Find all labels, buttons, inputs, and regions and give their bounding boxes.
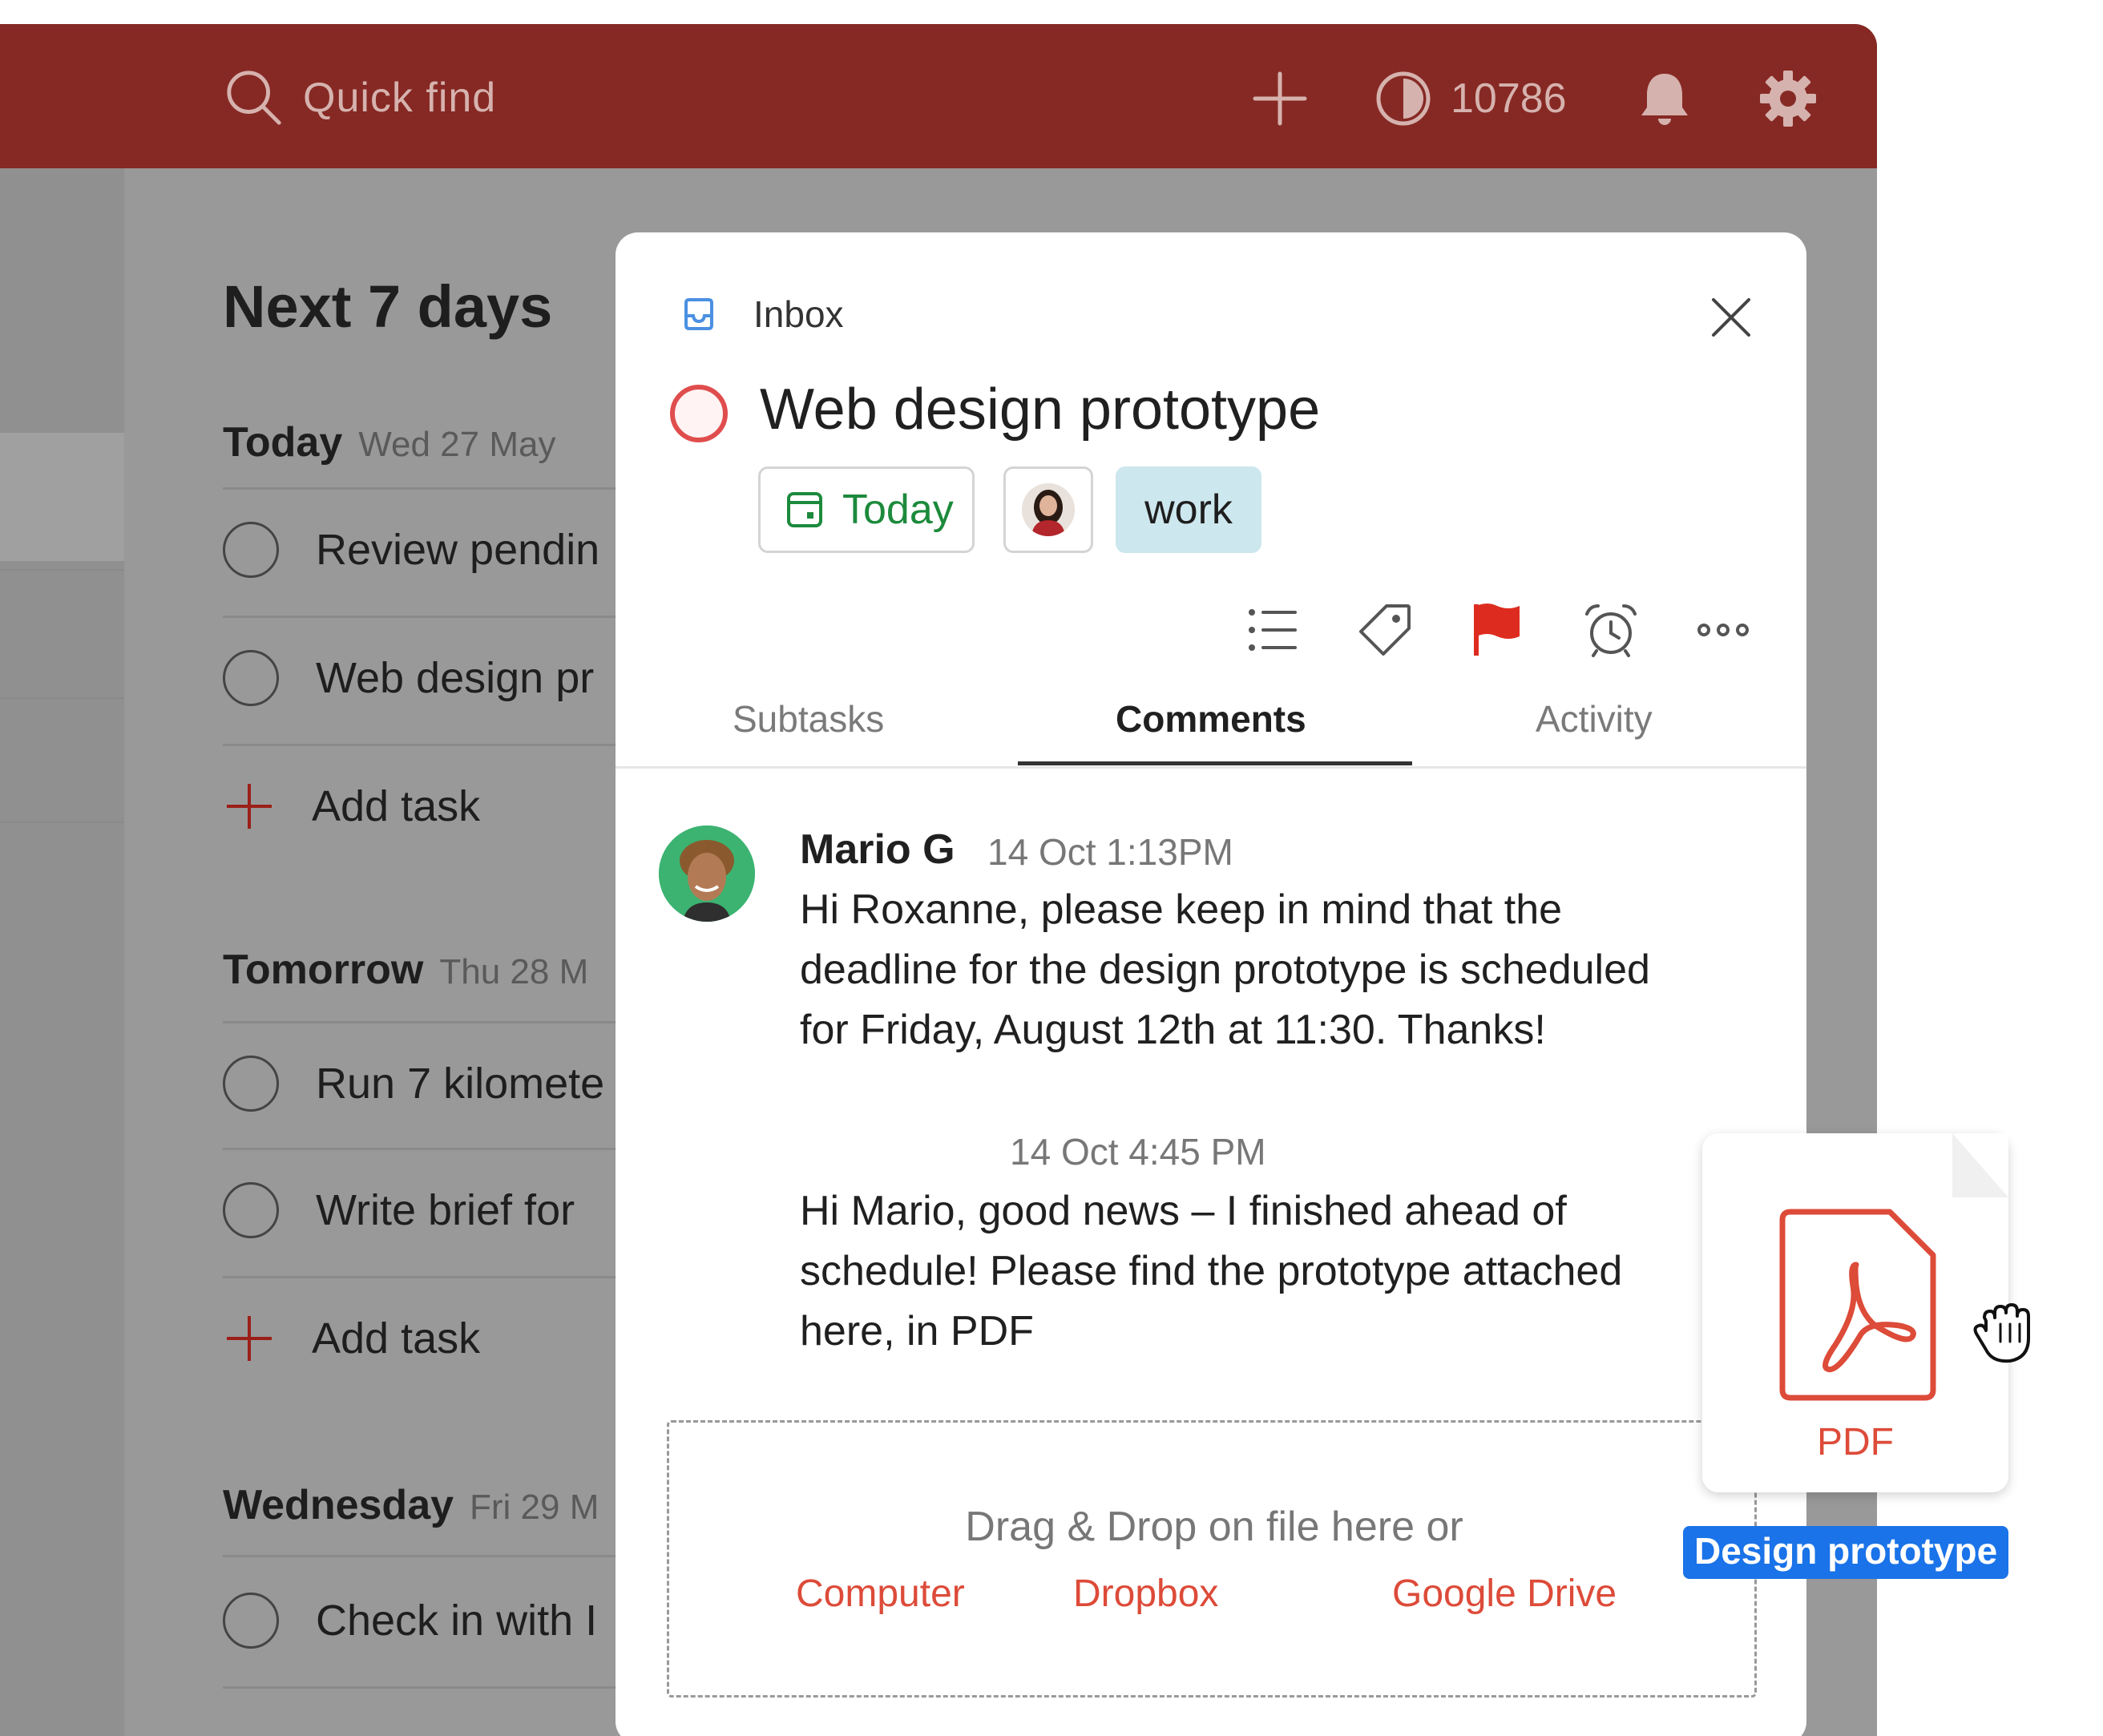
assignee-chip[interactable] (1003, 466, 1093, 553)
active-tab-indicator (1018, 761, 1412, 765)
search-icon (227, 71, 281, 125)
add-task-icon[interactable] (1250, 69, 1310, 128)
section-date: Thu 28 M (439, 952, 589, 991)
sidebar-divider (0, 822, 124, 823)
divider (223, 1276, 640, 1278)
commenter-avatar-image (659, 826, 755, 922)
quick-find-placeholder: Quick find (303, 75, 497, 121)
due-date-label: Today (842, 486, 954, 533)
project-name: Inbox (753, 293, 844, 335)
page-title: Next 7 days (223, 273, 553, 340)
top-bar: Quick find 10786 (0, 24, 1877, 168)
task-name: Run 7 kilomete (316, 1060, 605, 1108)
section-header-today: Today Wed 27 May (223, 418, 555, 466)
section-date: Fri 29 M (470, 1488, 599, 1527)
sidebar-divider (0, 697, 124, 699)
task-name: Write brief for (316, 1186, 575, 1234)
task-name: Check in with I (316, 1597, 598, 1645)
label-name: work (1144, 486, 1233, 533)
task-complete-checkbox[interactable] (670, 385, 728, 442)
add-task-label: Add task (312, 782, 481, 830)
task-name: Web design pr (316, 654, 595, 702)
add-task-label: Add task (312, 1314, 481, 1363)
karma-points: 10786 (1451, 75, 1567, 122)
tab-activity[interactable]: Activity (1536, 697, 1653, 741)
karma-icon (1376, 71, 1431, 126)
task-item[interactable]: Check in with I (223, 1581, 597, 1661)
comment-text: Hi Roxanne, please keep in mind that the… (800, 886, 1650, 1053)
detail-tabs: Subtasks Comments Activity (616, 689, 1806, 769)
due-date-chip[interactable]: Today (758, 466, 975, 553)
commenter-avatar (659, 826, 755, 922)
priority-flag-icon[interactable] (1468, 601, 1526, 659)
tag-icon[interactable] (1356, 601, 1414, 659)
assignee-avatar-image (1022, 483, 1075, 536)
plus-icon (227, 1314, 275, 1363)
section-name: Tomorrow (223, 947, 424, 993)
divider (223, 1555, 640, 1557)
add-task-button[interactable]: Add task (223, 766, 480, 846)
upload-dropbox-link[interactable]: Dropbox (1073, 1572, 1218, 1616)
productivity-karma[interactable]: 10786 (1374, 69, 1567, 128)
task-name: Review pendin (316, 526, 600, 574)
comment-timestamp: 14 Oct 4:45 PM (1010, 1131, 1266, 1173)
upload-computer-link[interactable]: Computer (796, 1572, 965, 1616)
plus-icon (227, 782, 275, 830)
file-type-label: PDF (1817, 1421, 1894, 1463)
task-checkbox[interactable] (223, 1056, 279, 1112)
comment-timestamp: 14 Oct 1:13PM (987, 831, 1233, 873)
task-title[interactable]: Web design prototype (760, 377, 1320, 442)
add-task-button[interactable]: Add task (223, 1298, 480, 1379)
calendar-icon (787, 492, 822, 527)
task-item[interactable]: Review pendin (223, 510, 599, 590)
sidebar (0, 168, 124, 1736)
divider (223, 487, 640, 490)
more-options-icon[interactable] (1694, 601, 1752, 659)
app-window: Quick find 10786 Next 7 days Today Wed 2… (0, 24, 1877, 1736)
divider (223, 744, 640, 746)
divider (223, 1686, 640, 1689)
comment-text: Hi Mario, good news – I finished ahead o… (800, 1188, 1623, 1354)
file-drop-zone[interactable]: Drag & Drop on file here or Computer Dro… (667, 1420, 1757, 1698)
task-checkbox[interactable] (223, 522, 279, 578)
section-header-wednesday: Wednesday Fri 29 M (223, 1481, 599, 1529)
gear-icon[interactable] (1758, 69, 1818, 128)
pdf-document-icon (1779, 1209, 1936, 1401)
section-name: Wednesday (223, 1482, 454, 1528)
task-item[interactable]: Write brief for (223, 1170, 575, 1250)
subtasks-list-icon[interactable] (1244, 601, 1302, 659)
tab-comments[interactable]: Comments (1116, 697, 1306, 741)
section-date: Wed 27 May (358, 425, 556, 464)
grab-cursor-icon (1973, 1303, 2030, 1363)
divider (223, 1021, 640, 1023)
divider (223, 616, 640, 618)
inbox-icon (684, 298, 713, 330)
task-checkbox[interactable] (223, 650, 279, 706)
task-checkbox[interactable] (223, 1182, 279, 1238)
reminder-alarm-icon[interactable] (1582, 601, 1640, 659)
divider (223, 1148, 640, 1150)
close-icon[interactable] (1710, 297, 1752, 338)
tab-subtasks[interactable]: Subtasks (733, 697, 884, 741)
dragged-file-name: Design prototype (1683, 1526, 2009, 1579)
assignee-avatar (1022, 483, 1075, 536)
drop-zone-title: Drag & Drop on file here or (965, 1504, 1463, 1550)
sidebar-highlight (0, 433, 124, 561)
section-header-tomorrow: Tomorrow Thu 28 M (223, 946, 588, 994)
bell-icon[interactable] (1635, 69, 1694, 128)
section-name: Today (223, 419, 343, 466)
quick-find[interactable]: Quick find (223, 66, 496, 130)
task-item[interactable]: Run 7 kilomete (223, 1044, 604, 1124)
task-detail-modal: Inbox Web design prototype Today work Su… (616, 232, 1806, 1736)
project-breadcrumb[interactable]: Inbox (680, 290, 844, 338)
upload-google-drive-link[interactable]: Google Drive (1392, 1572, 1617, 1616)
label-chip[interactable]: work (1116, 466, 1261, 553)
sidebar-divider (0, 569, 124, 571)
dragged-pdf-file[interactable]: PDF (1702, 1133, 2008, 1492)
task-item[interactable]: Web design pr (223, 638, 594, 718)
task-checkbox[interactable] (223, 1593, 279, 1649)
comment-author: Mario G (800, 826, 955, 873)
